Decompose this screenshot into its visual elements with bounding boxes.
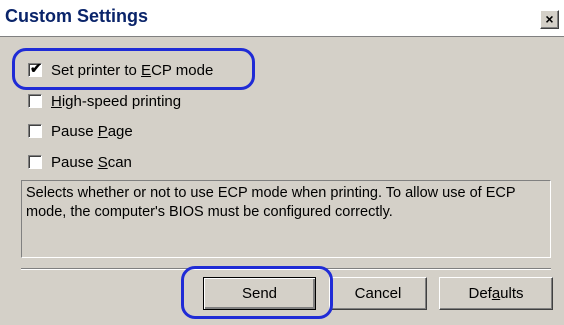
pause-page-checkbox[interactable] bbox=[28, 124, 42, 138]
option-pause-page[interactable]: Pause Page bbox=[28, 121, 133, 141]
pause-scan-label: Pause Scan bbox=[51, 153, 132, 171]
highlight-ecp-option bbox=[12, 48, 255, 90]
description-box: Selects whether or not to use ECP mode w… bbox=[21, 180, 551, 258]
title-bar: Custom Settings × bbox=[0, 0, 564, 36]
option-high-speed-printing[interactable]: High-speed printing bbox=[28, 91, 181, 111]
option-pause-scan[interactable]: Pause Scan bbox=[28, 152, 132, 172]
custom-settings-dialog: Custom Settings × ✔ Set printer to ECP m… bbox=[0, 0, 564, 325]
dialog-title: Custom Settings bbox=[5, 6, 149, 26]
defaults-button[interactable]: Def a ults bbox=[439, 277, 553, 310]
high-speed-printing-label: High-speed printing bbox=[51, 92, 182, 110]
close-button[interactable]: × bbox=[540, 10, 559, 29]
cancel-button[interactable]: Cancel bbox=[329, 277, 427, 310]
high-speed-printing-checkbox[interactable] bbox=[28, 94, 42, 108]
pause-page-label: Pause Page bbox=[51, 122, 133, 140]
pause-scan-checkbox[interactable] bbox=[28, 155, 42, 169]
highlight-send-button bbox=[181, 266, 333, 319]
close-icon: × bbox=[545, 11, 554, 27]
